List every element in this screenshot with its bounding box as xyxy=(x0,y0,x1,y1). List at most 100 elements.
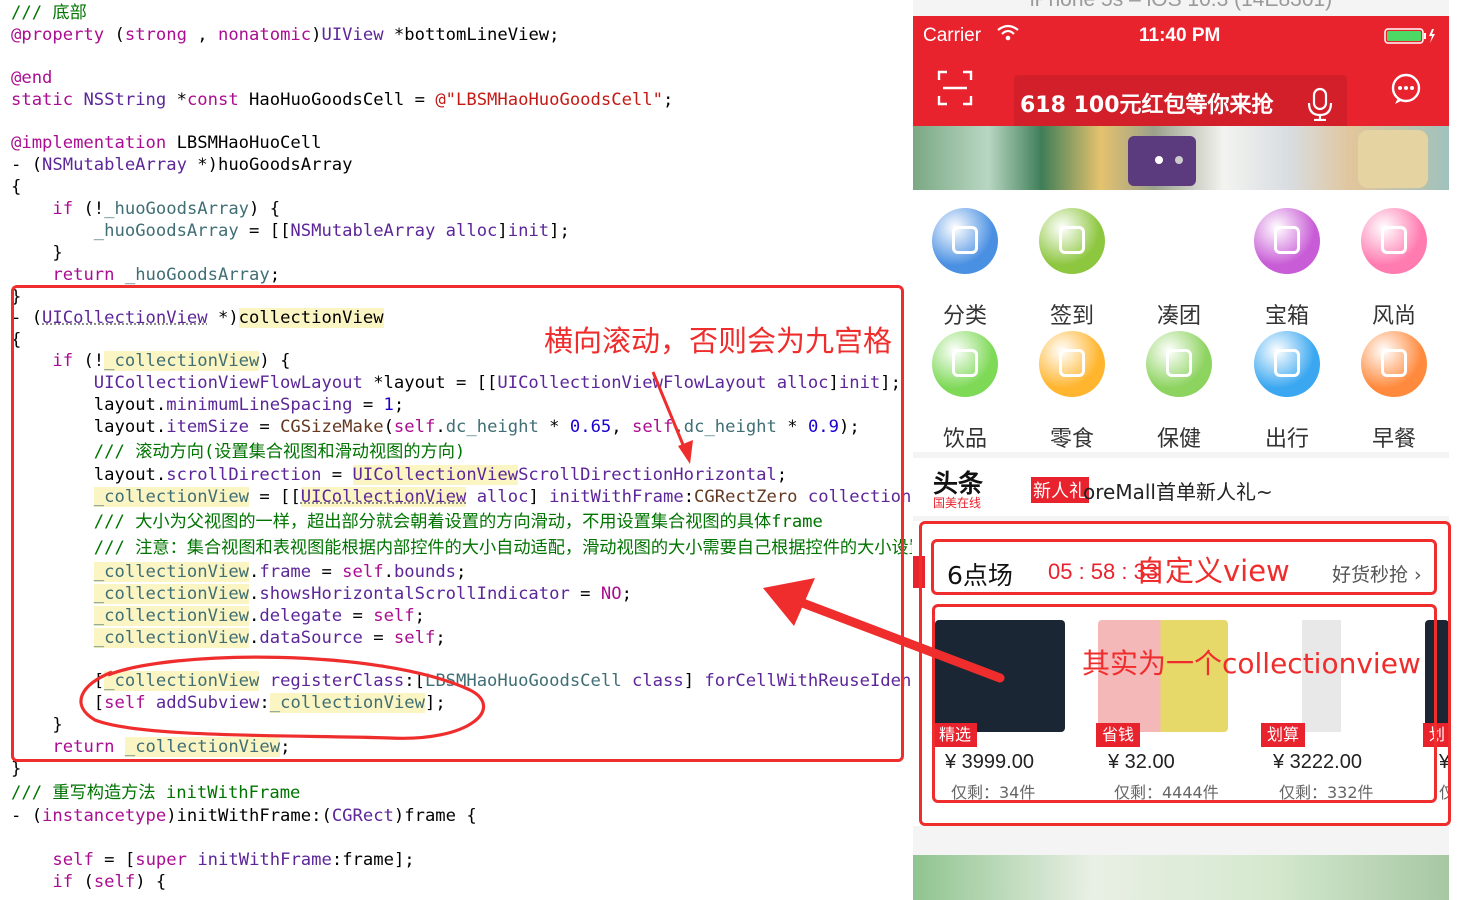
category-icon-glyph xyxy=(1274,349,1300,377)
code-token: ) { xyxy=(135,872,167,892)
category-icon-glyph xyxy=(1381,226,1407,254)
code-token: ( xyxy=(73,872,94,892)
code-token: @implementation xyxy=(11,133,167,153)
category-icon-glyph xyxy=(1381,349,1407,377)
code-token: ) { xyxy=(249,199,281,219)
search-bar[interactable]: 618 100元红包等你来抢 xyxy=(1014,75,1347,133)
category-label[interactable]: 签到 xyxy=(1022,298,1122,330)
code-line: if (!_huoGoodsArray) { xyxy=(11,198,280,220)
code-token: const xyxy=(186,90,239,110)
category-icon[interactable] xyxy=(1039,331,1105,397)
code-token: @"LBSMHaoHuoGoodsCell" xyxy=(435,90,663,110)
code-token: @property xyxy=(11,25,105,45)
category-icon[interactable] xyxy=(1254,331,1320,397)
code-token: { xyxy=(11,177,22,197)
code-token: _huoGoodsArray xyxy=(93,221,239,241)
code-line: /// 底部 xyxy=(11,2,87,24)
category-label[interactable]: 饮品 xyxy=(915,421,1015,453)
scan-icon[interactable] xyxy=(937,70,973,110)
code-token: ]; xyxy=(549,221,570,241)
code-token: NSMutableArray xyxy=(290,221,436,241)
code-token: HaoHuoGoodsCell = xyxy=(238,90,436,110)
code-line: return _huoGoodsArray; xyxy=(11,264,280,286)
category-icon[interactable] xyxy=(1146,331,1212,397)
code-token: instancetype xyxy=(42,806,167,826)
banner-bag-image xyxy=(1358,130,1428,188)
code-token: * xyxy=(166,90,187,110)
code-line: @property (strong , nonatomic)UIView *bo… xyxy=(11,24,560,46)
news-logo: 头条 国美在线 xyxy=(933,466,999,510)
category-label[interactable]: 出行 xyxy=(1237,421,1337,453)
message-icon[interactable] xyxy=(1389,72,1423,110)
category-grid: 分类 签到 凑团 宝箱 风尚饮品 零食 保健 出行 早餐 xyxy=(913,190,1449,452)
code-line: /// 重写构造方法 initWithFrame xyxy=(11,782,300,804)
code-token: ] xyxy=(497,221,508,241)
battery-icon xyxy=(1384,28,1436,48)
category-label[interactable]: 凑团 xyxy=(1129,298,1229,330)
category-label[interactable]: 保健 xyxy=(1129,421,1229,453)
code-token: , xyxy=(186,25,218,45)
category-label[interactable]: 零食 xyxy=(1022,421,1122,453)
code-token: UIView xyxy=(321,25,384,45)
code-token: ; xyxy=(269,265,281,285)
code-token: :frame]; xyxy=(331,850,415,870)
category-icon-glyph xyxy=(1059,349,1085,377)
code-token: - ( xyxy=(11,155,43,175)
category-icon[interactable] xyxy=(1039,208,1105,274)
code-token: if xyxy=(52,199,74,219)
code-token: ( xyxy=(104,25,125,45)
code-token: *bottomLineView; xyxy=(383,25,560,45)
category-icon-glyph xyxy=(1059,226,1085,254)
category-label[interactable]: 宝箱 xyxy=(1237,298,1337,330)
code-token: super xyxy=(135,850,187,870)
code-line: - (instancetype)initWithFrame:(CGRect)fr… xyxy=(11,805,477,827)
code-token: LBSMHaoHuoCell xyxy=(166,133,322,153)
code-token: CGRect xyxy=(331,806,394,826)
category-label[interactable]: 分类 xyxy=(915,298,1015,330)
category-icon[interactable] xyxy=(932,208,998,274)
news-text: oreMall首单新人礼~ xyxy=(1083,480,1273,504)
nav-bar: Carrier 11:40 PM 618 100元红包等你来抢 xyxy=(913,16,1449,133)
category-icon[interactable] xyxy=(932,331,998,397)
category-icon[interactable] xyxy=(1361,208,1427,274)
code-token: nonatomic xyxy=(217,25,312,45)
annotation-custom-view-note: 自定义view xyxy=(1136,554,1290,588)
category-label[interactable]: 早餐 xyxy=(1344,421,1444,453)
news-tag: 新人礼 xyxy=(1031,477,1089,503)
code-line: if (self) { xyxy=(11,871,166,893)
code-token: _huoGoodsArray xyxy=(124,265,270,285)
wifi-icon xyxy=(997,24,1019,46)
code-token: /// 重写构造方法 initWithFrame xyxy=(11,783,301,803)
banner-image[interactable] xyxy=(913,126,1449,190)
code-line: @end xyxy=(11,67,52,89)
category-icon[interactable] xyxy=(1361,331,1427,397)
category-icon-glyph xyxy=(952,349,978,377)
category-label[interactable]: 风尚 xyxy=(1344,298,1444,330)
code-token: - ( xyxy=(11,806,43,826)
status-time: 11:40 PM xyxy=(1139,25,1221,46)
category-icon-glyph xyxy=(952,226,978,254)
code-token: if xyxy=(52,872,74,892)
code-token: return xyxy=(52,265,115,285)
code-token: init xyxy=(507,221,550,241)
code-token: )frame { xyxy=(393,806,477,826)
code-token: @end xyxy=(11,68,53,88)
code-token: initWithFrame xyxy=(197,850,332,870)
banner-dot xyxy=(1155,156,1163,164)
code-line: static NSString *const HaoHuoGoodsCell =… xyxy=(11,89,673,111)
news-bar[interactable]: 头条 国美在线 新人礼 oreMall首单新人礼~ xyxy=(913,458,1449,516)
code-token: = [[ xyxy=(238,221,291,241)
code-token: *)huoGoodsArray xyxy=(186,155,353,175)
code-token: NSString xyxy=(83,90,167,110)
category-icon[interactable] xyxy=(1254,208,1320,274)
microphone-icon[interactable] xyxy=(1306,87,1334,125)
code-token: alloc xyxy=(445,221,498,241)
code-token: ; xyxy=(662,90,674,110)
bottom-banner xyxy=(913,855,1449,900)
